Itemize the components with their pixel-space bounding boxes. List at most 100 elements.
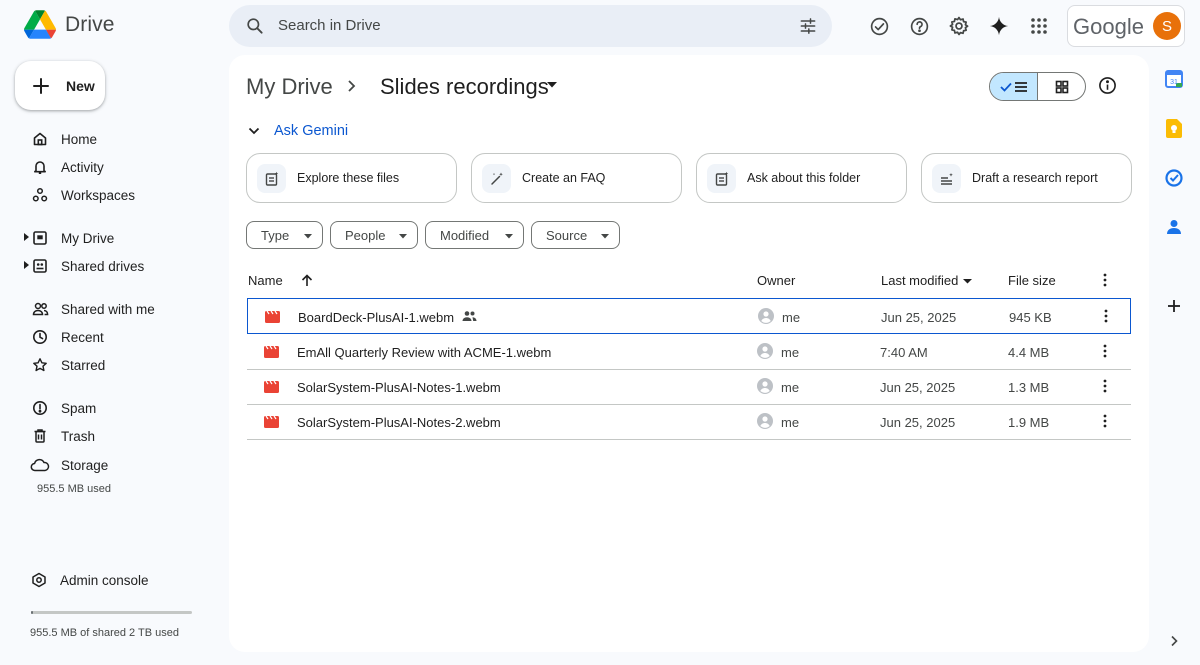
more-vert-icon[interactable] xyxy=(1103,414,1107,428)
grid-view-button[interactable] xyxy=(1038,73,1085,100)
sidebar-item-label: Starred xyxy=(61,358,106,373)
keep-app-icon[interactable] xyxy=(1162,116,1186,140)
sidebar-item-home[interactable]: Home xyxy=(24,127,214,151)
video-file-icon xyxy=(265,310,280,323)
drive-logo-icon xyxy=(24,10,56,39)
sidebar-item-label: Shared with me xyxy=(61,302,155,317)
admin-console-link[interactable]: Admin console xyxy=(31,572,149,588)
search-options-icon[interactable] xyxy=(798,16,818,36)
last-modified: Jun 25, 2025 xyxy=(880,415,956,430)
gemini-suggestion-ask-folder[interactable]: Ask about this folder xyxy=(696,153,907,203)
view-toggle[interactable] xyxy=(989,72,1086,101)
my-drive-icon xyxy=(32,230,48,246)
caret-down-icon[interactable] xyxy=(547,82,557,88)
offline-ready-icon[interactable] xyxy=(866,13,892,39)
more-vert-icon[interactable] xyxy=(1103,379,1107,393)
sidebar-item-my-drive[interactable]: My Drive xyxy=(24,226,214,250)
owner-avatar-icon xyxy=(757,378,773,394)
gemini-suggestion-label: Draft a research report xyxy=(972,171,1098,185)
file-name[interactable]: BoardDeck-PlusAI-1.webm xyxy=(298,310,454,325)
column-header-file-size: File size xyxy=(1008,273,1056,288)
breadcrumb-current[interactable]: Slides recordings xyxy=(380,74,549,100)
table-row[interactable]: EmAll Quarterly Review with ACME-1.webm … xyxy=(247,334,1131,370)
avatar[interactable]: S xyxy=(1153,12,1181,40)
search-input[interactable]: Search in Drive xyxy=(278,17,381,34)
chevron-down-icon xyxy=(248,127,260,135)
gemini-suggestion-label: Explore these files xyxy=(297,171,400,185)
sidebar-item-shared-drives[interactable]: Shared drives xyxy=(24,254,214,278)
new-button[interactable]: New xyxy=(15,61,105,110)
workspaces-icon xyxy=(32,187,48,203)
last-modified: 7:40 AM xyxy=(880,345,928,360)
column-header-last-modified[interactable]: Last modified xyxy=(881,273,958,288)
file-name[interactable]: SolarSystem-PlusAI-Notes-2.webm xyxy=(297,415,501,430)
file-name[interactable]: SolarSystem-PlusAI-Notes-1.webm xyxy=(297,380,501,395)
sidebar-item-starred[interactable]: Starred xyxy=(24,353,214,377)
search-icon[interactable] xyxy=(245,16,265,36)
sidebar-item-label: Recent xyxy=(61,330,104,345)
sidebar-item-label: Spam xyxy=(61,401,97,416)
info-icon[interactable] xyxy=(1098,76,1117,95)
bell-icon xyxy=(32,159,48,175)
file-name[interactable]: EmAll Quarterly Review with ACME-1.webm xyxy=(297,345,551,360)
calendar-app-icon[interactable]: 31 xyxy=(1162,67,1186,91)
tasks-app-icon[interactable] xyxy=(1162,166,1186,190)
gemini-suggestion-research[interactable]: Draft a research report xyxy=(921,153,1132,203)
filter-source-chip[interactable]: Source xyxy=(531,221,620,249)
filter-type-chip[interactable]: Type xyxy=(246,221,323,249)
column-header-name[interactable]: Name xyxy=(248,273,283,288)
more-vert-icon[interactable] xyxy=(1103,344,1107,358)
expand-caret-icon[interactable] xyxy=(24,233,29,241)
magic-pen-icon xyxy=(482,164,511,193)
storage-quota-bar xyxy=(31,611,192,614)
people-icon xyxy=(32,301,49,317)
caret-down-icon[interactable] xyxy=(963,279,972,284)
sidebar-item-label: Shared drives xyxy=(61,259,145,274)
filter-modified-chip[interactable]: Modified xyxy=(425,221,524,249)
sidebar-item-shared-with-me[interactable]: Shared with me xyxy=(24,297,214,321)
sidebar-item-spam[interactable]: Spam xyxy=(24,396,214,420)
trash-icon xyxy=(32,428,48,444)
filter-chip-label: Type xyxy=(261,227,290,243)
search-bar[interactable]: Search in Drive xyxy=(229,5,832,47)
expand-caret-icon[interactable] xyxy=(24,261,29,269)
drive-logo[interactable]: Drive xyxy=(24,10,115,39)
contacts-app-icon[interactable] xyxy=(1162,215,1186,239)
video-file-icon xyxy=(264,415,279,428)
filter-people-chip[interactable]: People xyxy=(330,221,418,249)
gemini-sparkle-icon[interactable] xyxy=(986,13,1012,39)
gemini-suggestion-explore[interactable]: Explore these files xyxy=(246,153,457,203)
apps-grid-icon[interactable] xyxy=(1026,13,1052,39)
sidebar-item-workspaces[interactable]: Workspaces xyxy=(24,183,214,207)
sidebar-item-storage[interactable]: Storage xyxy=(24,453,214,477)
video-file-icon xyxy=(264,380,279,393)
table-row[interactable]: SolarSystem-PlusAI-Notes-1.webm me Jun 2… xyxy=(247,369,1131,405)
owner-name: me xyxy=(781,380,800,395)
expand-panel-chevron-icon[interactable] xyxy=(1162,629,1186,653)
account-switcher[interactable]: Google S xyxy=(1067,5,1185,47)
ask-gemini-toggle[interactable]: Ask Gemini xyxy=(248,123,348,139)
star-icon xyxy=(32,357,48,373)
table-row[interactable]: SolarSystem-PlusAI-Notes-2.webm me Jun 2… xyxy=(247,404,1131,440)
add-app-plus-icon[interactable] xyxy=(1162,294,1186,318)
svg-text:31: 31 xyxy=(1170,79,1178,86)
breadcrumb-root[interactable]: My Drive xyxy=(246,74,333,100)
owner-name: me xyxy=(781,345,800,360)
list-view-button[interactable] xyxy=(990,73,1038,100)
more-vert-icon[interactable] xyxy=(1104,309,1108,323)
table-row[interactable]: BoardDeck-PlusAI-1.webm me Jun 25, 2025 … xyxy=(247,298,1131,334)
last-modified: Jun 25, 2025 xyxy=(881,310,957,325)
caret-down-icon xyxy=(505,234,513,239)
more-vert-icon[interactable] xyxy=(1103,273,1107,287)
filter-chip-label: Modified xyxy=(440,227,490,243)
file-size: 1.9 MB xyxy=(1008,415,1050,430)
home-icon xyxy=(32,131,48,147)
sort-arrow-up-icon[interactable] xyxy=(301,274,313,287)
cloud-icon xyxy=(30,457,50,473)
gemini-suggestion-faq[interactable]: Create an FAQ xyxy=(471,153,682,203)
sidebar-item-trash[interactable]: Trash xyxy=(24,424,214,448)
help-icon[interactable] xyxy=(906,13,932,39)
settings-gear-icon[interactable] xyxy=(946,13,972,39)
sidebar-item-recent[interactable]: Recent xyxy=(24,325,214,349)
sidebar-item-activity[interactable]: Activity xyxy=(24,155,214,179)
